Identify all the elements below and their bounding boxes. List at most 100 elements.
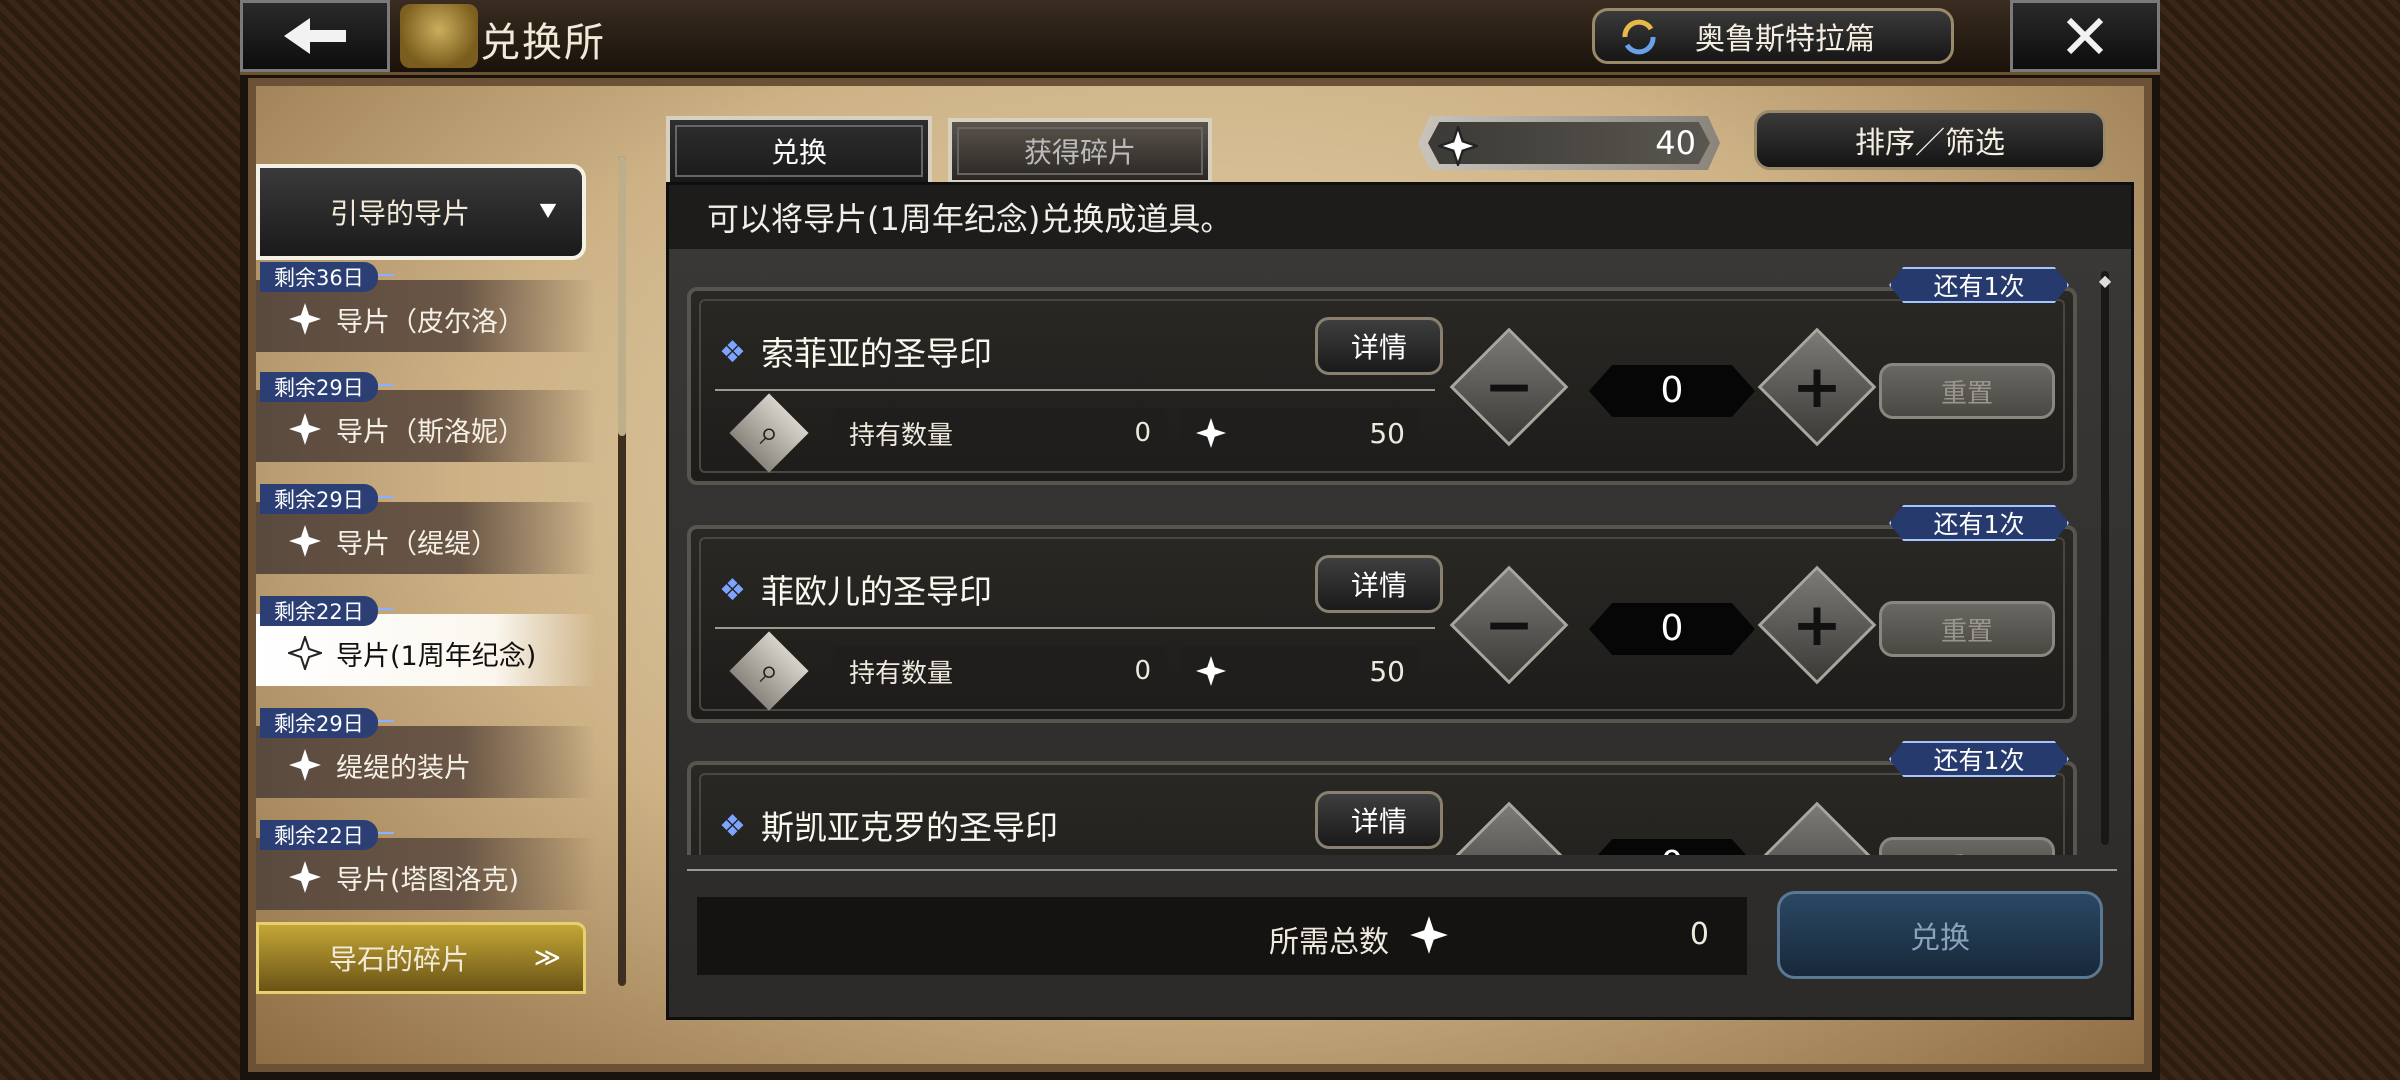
cost-box: 50 <box>1181 647 1419 695</box>
divider <box>715 389 1435 391</box>
category-guiding-stone-shard[interactable]: 导石的碎片 ≫ <box>256 922 586 994</box>
minus-icon: − <box>1483 590 1535 660</box>
reset-button[interactable]: 重置 <box>1879 601 2055 657</box>
detail-button[interactable]: 详情 <box>1315 317 1443 375</box>
chevron-right-icon: ≫ <box>533 943 561 973</box>
exchange-shop-icon <box>400 4 478 68</box>
total-value: 0 <box>1689 917 1709 952</box>
owned-label: 持有数量 <box>849 420 954 451</box>
owned-value: 0 <box>1134 418 1151 448</box>
quantity-value: 0 <box>1589 839 1755 855</box>
owned-count-box: 持有数量 0 <box>833 409 1167 457</box>
exchange-item-card: 还有1次 ❖ 斯凯亚克罗的圣导印 详情 0 重置 <box>687 741 2077 855</box>
top-bar: 兑换所 奥鲁斯特拉篇 <box>240 0 2160 75</box>
sidebar-item[interactable]: 剩余29日 导片（斯洛妮） <box>256 372 596 462</box>
exchange-item-list[interactable]: 还有1次 ❖ 索菲亚的圣导印 详情 ⌕ 持有数量 0 50 − 0 + 重置 还… <box>669 249 2131 855</box>
cost-value: 50 <box>1369 655 1405 688</box>
close-button[interactable] <box>2010 0 2160 72</box>
sidebar-item-label: 导片（斯洛妮） <box>336 417 525 448</box>
category-label: 引导的导片 <box>330 197 471 230</box>
divider <box>687 869 2117 871</box>
exchange-item-card: 还有1次 ❖ 索菲亚的圣导印 详情 ⌕ 持有数量 0 50 − 0 + 重置 <box>687 267 2077 485</box>
sidebar-item-label: 导片（缇缇） <box>336 529 498 560</box>
back-button[interactable] <box>240 0 390 72</box>
sparkle-icon <box>1195 417 1227 449</box>
sidebar-scrollbar[interactable] <box>618 156 626 986</box>
owned-value: 0 <box>1134 656 1151 686</box>
sidebar-item[interactable]: 剩余29日 导片（缇缇） <box>256 484 596 574</box>
sparkle-icon <box>289 525 321 557</box>
reset-button[interactable]: 重置 <box>1879 363 2055 419</box>
item-name: 菲欧儿的圣导印 <box>761 572 992 611</box>
days-remaining-badge: 剩余22日 <box>260 596 394 626</box>
remaining-badge: 还有1次 <box>1889 267 2069 303</box>
exchange-button[interactable]: 兑换 <box>1777 891 2103 979</box>
content-area: 引导的导片 ⯆ 剩余36日 导片（皮尔洛） 剩余29日 导片（斯洛妮） 剩余29… <box>248 78 2152 1072</box>
exchange-item-card: 还有1次 ❖ 菲欧儿的圣导印 详情 ⌕ 持有数量 0 50 − 0 + 重置 <box>687 505 2077 723</box>
chapter-label: 奥鲁斯特拉篇 <box>1695 22 1875 57</box>
chapter-switch-button[interactable]: 奥鲁斯特拉篇 <box>1592 8 1954 64</box>
days-remaining-badge: 剩余29日 <box>260 484 394 514</box>
sparkle-icon <box>289 413 321 445</box>
gem-icon: ❖ <box>719 573 746 608</box>
gem-icon: ❖ <box>719 809 746 844</box>
sparkle-icon <box>289 303 321 335</box>
days-remaining-badge: 剩余22日 <box>260 820 394 850</box>
sidebar-scroll-thumb[interactable] <box>618 156 626 436</box>
owned-label: 持有数量 <box>849 658 954 689</box>
detail-button[interactable]: 详情 <box>1315 791 1443 849</box>
increase-button[interactable] <box>1757 801 1877 855</box>
sparkle-icon <box>1438 126 1478 166</box>
owned-count-box: 持有数量 0 <box>833 647 1167 695</box>
sidebar-item-label: 导片(塔图洛克) <box>336 865 520 896</box>
sparkle-icon <box>289 861 321 893</box>
category-label: 导石的碎片 <box>329 943 470 976</box>
item-name: 索菲亚的圣导印 <box>761 334 992 373</box>
plus-icon: + <box>1791 352 1843 422</box>
shard-count: 40 <box>1655 124 1696 162</box>
decrease-button[interactable] <box>1449 801 1569 855</box>
exchange-screen: 兑换所 奥鲁斯特拉篇 引导的导片 ⯆ 剩余36日 导片（皮尔洛） 剩余29日 导… <box>240 0 2160 1080</box>
cost-box: 50 <box>1181 409 1419 457</box>
sparkle-icon <box>1195 655 1227 687</box>
sparkle-icon <box>289 749 321 781</box>
remaining-badge: 还有1次 <box>1889 505 2069 541</box>
tab-label: 兑换 <box>770 136 827 169</box>
sidebar-item-selected[interactable]: 剩余22日 导片(1周年纪念) <box>256 596 596 686</box>
magnifier-icon: ⌕ <box>759 413 779 453</box>
exchange-panel: 可以将导片(1周年纪念)兑换成道具。 还有1次 ❖ 索菲亚的圣导印 详情 ⌕ 持… <box>666 182 2134 1020</box>
sidebar-item[interactable]: 剩余36日 导片（皮尔洛） <box>256 262 596 352</box>
close-icon <box>2066 17 2104 55</box>
days-remaining-badge: 剩余29日 <box>260 708 394 738</box>
panel-description: 可以将导片(1周年纪念)兑换成道具。 <box>669 185 2131 249</box>
swap-icon <box>1622 19 1656 55</box>
remaining-badge: 还有1次 <box>1889 741 2069 777</box>
tab-exchange[interactable]: 兑换 <box>666 116 932 186</box>
magnifier-icon: ⌕ <box>759 651 779 691</box>
days-remaining-badge: 剩余29日 <box>260 372 394 402</box>
page-title: 兑换所 <box>480 20 606 66</box>
sort-filter-button[interactable]: 排序／筛选 <box>1754 110 2106 170</box>
sidebar-item-label: 导片（皮尔洛） <box>336 307 525 338</box>
list-scrollbar[interactable]: ◆ <box>2099 271 2111 845</box>
arrow-left-icon <box>284 18 346 54</box>
quantity-value: 0 <box>1589 365 1755 417</box>
item-name: 斯凯亚克罗的圣导印 <box>761 808 1058 847</box>
sidebar-item[interactable]: 剩余22日 导片(塔图洛克) <box>256 820 596 910</box>
cost-value: 50 <box>1369 417 1405 450</box>
sidebar-item-label: 缇缇的装片 <box>336 753 471 784</box>
quantity-value: 0 <box>1589 603 1755 655</box>
list-scroll-thumb[interactable]: ◆ <box>2097 271 2113 311</box>
sidebar-item[interactable]: 剩余29日 缇缇的装片 <box>256 708 596 798</box>
tab-get-shards[interactable]: 获得碎片 <box>948 118 1212 184</box>
days-remaining-badge: 剩余36日 <box>260 262 394 292</box>
total-label: 所需总数 <box>1269 925 1389 960</box>
detail-button[interactable]: 详情 <box>1315 555 1443 613</box>
gem-icon: ❖ <box>719 335 746 370</box>
plus-icon: + <box>1791 590 1843 660</box>
reset-button[interactable]: 重置 <box>1879 837 2055 855</box>
tab-label: 获得碎片 <box>1023 136 1136 169</box>
minus-icon: − <box>1483 352 1535 422</box>
category-guidance-shard[interactable]: 引导的导片 ⯆ <box>256 164 586 260</box>
sidebar-item-label: 导片(1周年纪念) <box>336 641 537 672</box>
